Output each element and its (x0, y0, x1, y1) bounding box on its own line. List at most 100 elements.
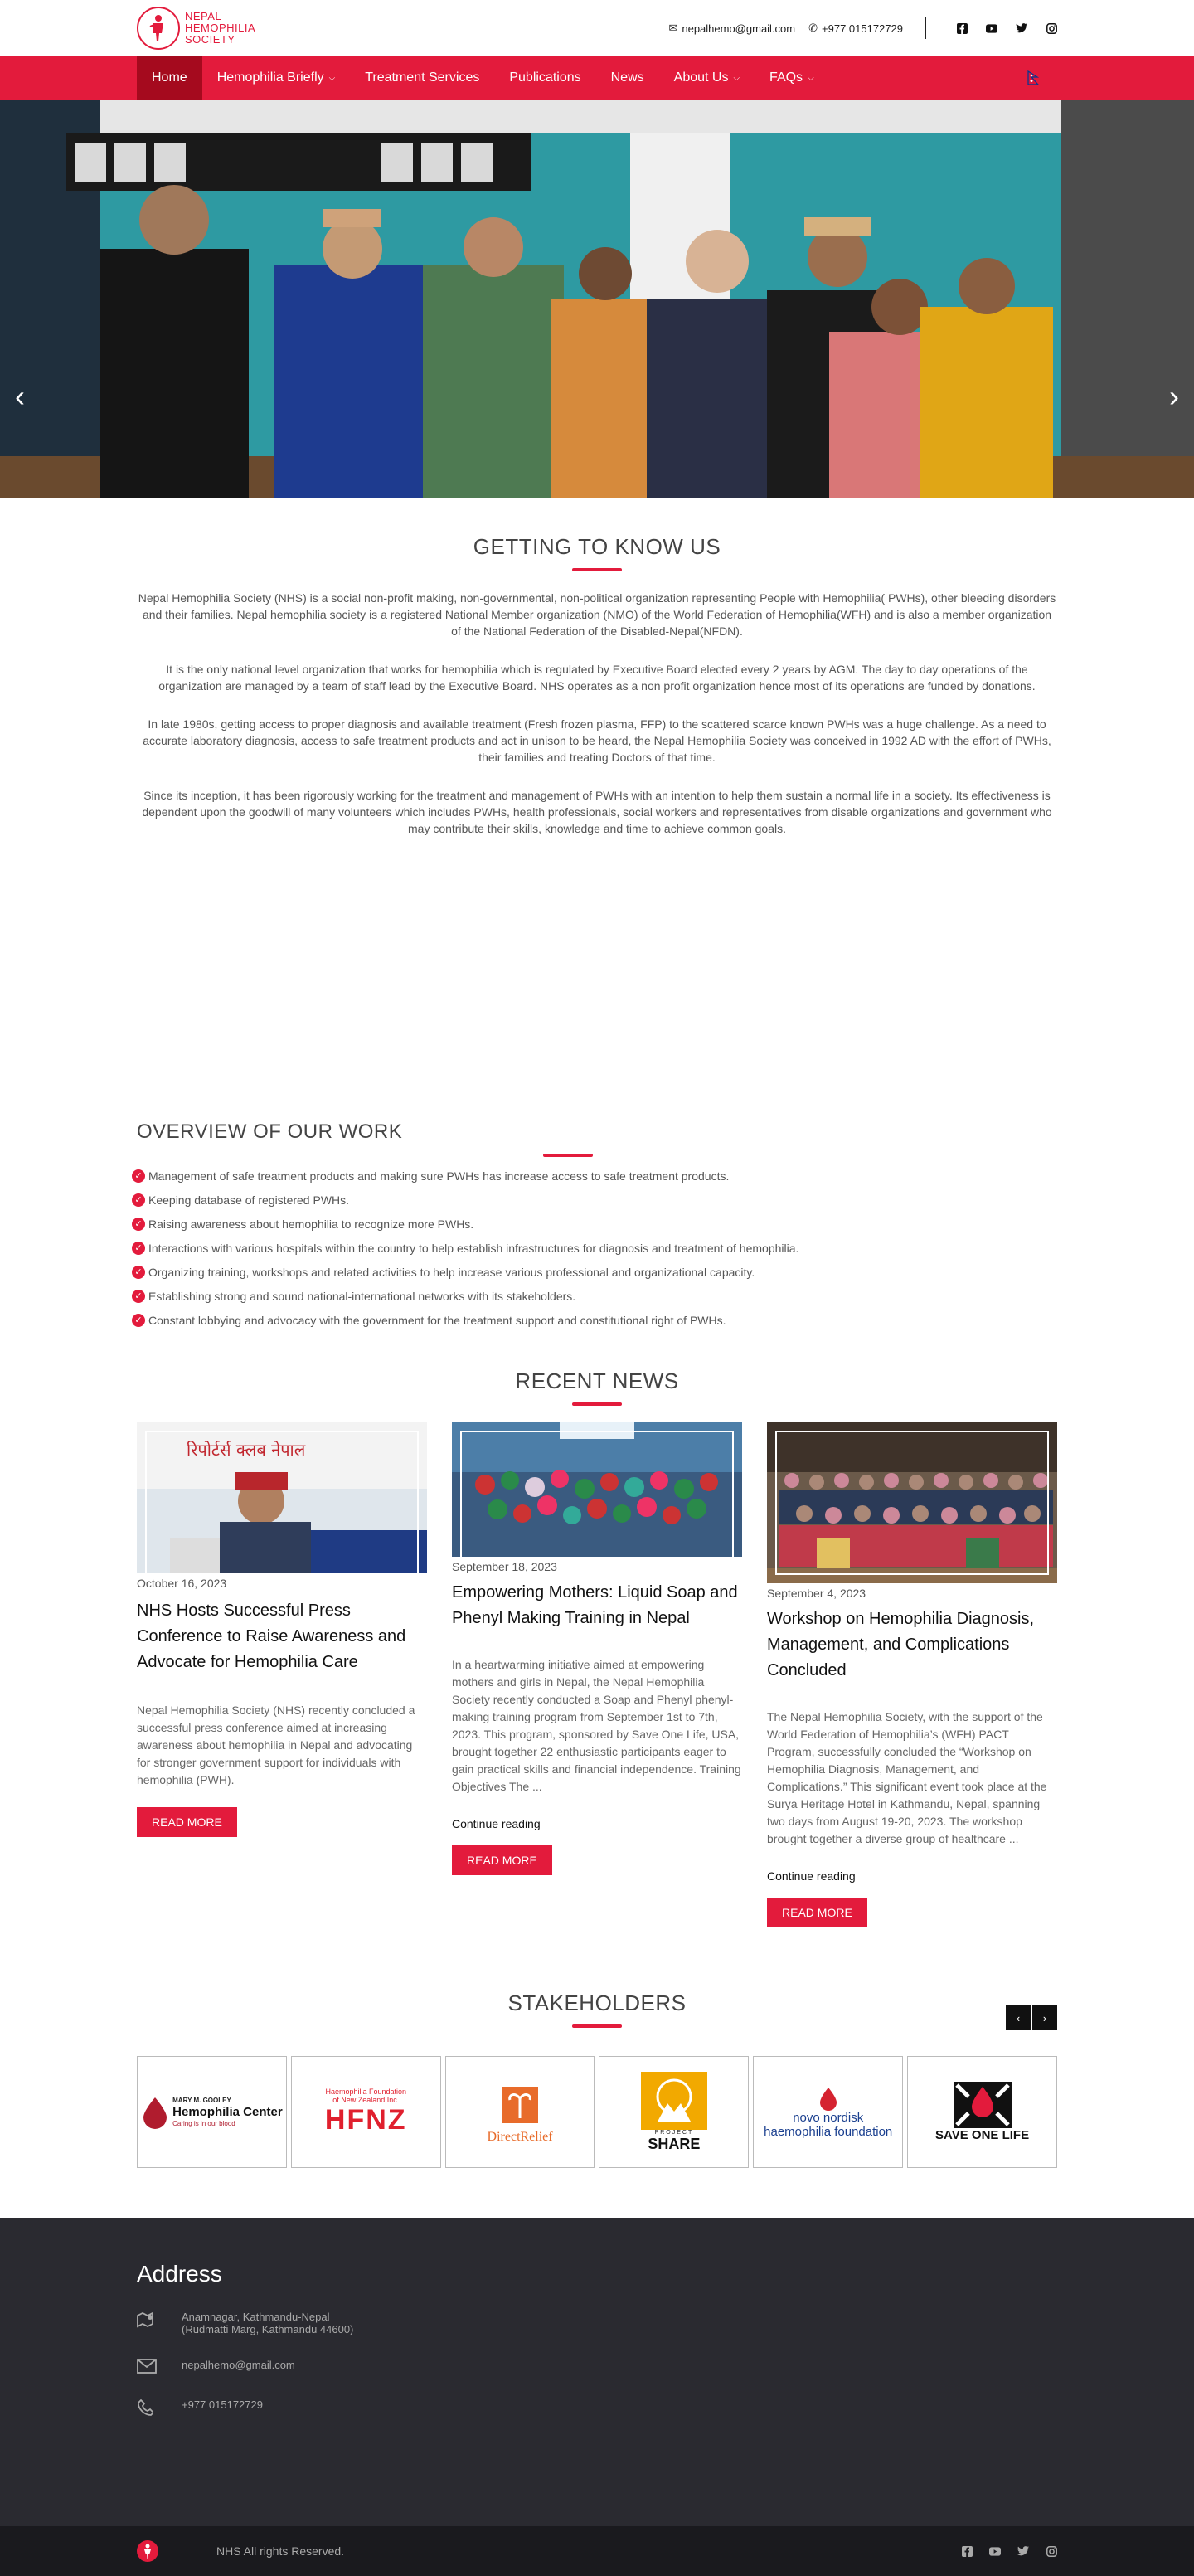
nav-item-hemophilia-briefly[interactable]: Hemophilia Briefly ⌵ (202, 56, 351, 100)
read-more-button[interactable]: READ MORE (767, 1898, 867, 1927)
check-circle-icon: ✓ (132, 1241, 145, 1255)
chevron-down-icon: ⌵ (808, 73, 814, 83)
nav-item-publications[interactable]: Publications (494, 56, 595, 100)
news-card: September 18, 2023 Empowering Mothers: L… (452, 1422, 742, 1927)
news-card: रिपोर्टर्स क्लब नेपाल October 16, 2023 N… (137, 1422, 427, 1927)
nav-item-label: FAQs (769, 70, 803, 85)
logo-text-line: NEPAL (185, 10, 222, 22)
carousel-prev-button[interactable]: ‹ (1006, 2005, 1031, 2030)
stakeholder-logo-directrelief[interactable]: DirectRelief (444, 2056, 595, 2168)
footer-address-title: Address (137, 2261, 222, 2287)
overview-item-text: Interactions with various hospitals with… (148, 1241, 799, 1255)
title-underline (572, 1402, 622, 1406)
twitter-icon[interactable] (1016, 22, 1027, 34)
overview-item-text: Keeping database of registered PWHs. (148, 1193, 350, 1207)
youtube-icon[interactable] (986, 22, 997, 34)
overview-item: ✓ Organizing training, workshops and rela… (132, 1260, 1057, 1284)
recent-news-section: RECENT NEWS रिपोर्टर्स क्लब नेपाल Octobe… (137, 1368, 1057, 1927)
nav-item-home[interactable]: Home (137, 56, 202, 100)
check-circle-icon: ✓ (132, 1193, 145, 1207)
header-email[interactable]: ✉ nepalhemo@gmail.com (668, 22, 795, 35)
news-card-image[interactable]: रिपोर्टर्स क्लब नेपाल (137, 1422, 427, 1573)
continue-reading-link[interactable]: Continue reading (452, 1817, 742, 1830)
stakeholders-title: STAKEHOLDERS (507, 1990, 687, 2015)
footer-logo-icon[interactable] (137, 2540, 158, 2562)
directrelief-emblem-icon (502, 2086, 539, 2123)
instagram-icon[interactable] (1046, 22, 1057, 34)
stakeholder-logo-project-share[interactable]: PROJECT SHARE (599, 2056, 750, 2168)
news-card: September 4, 2023 Workshop on Hemophilia… (767, 1422, 1057, 1927)
about-paragraph: It is the only national level organizati… (158, 663, 1036, 693)
blood-drop-icon (143, 2097, 167, 2129)
save-one-life-emblem-icon (953, 2082, 1012, 2128)
slider-prev-arrow[interactable]: ‹ (15, 382, 25, 411)
logo-text: of New Zealand Inc. (332, 2096, 400, 2104)
phone-icon (137, 2399, 182, 2418)
news-excerpt: In a heartwarming initiative aimed at em… (452, 1658, 741, 1793)
chevron-down-icon: ⌵ (733, 73, 740, 83)
image-frame (775, 1431, 1049, 1575)
news-card-image[interactable] (452, 1422, 742, 1557)
news-title-link[interactable]: NHS Hosts Successful Press Conference to… (137, 1598, 427, 1675)
overview-item: ✓ Constant lobbying and advocacy with the… (132, 1308, 1057, 1332)
about-paragraph: In late 1980s, getting access to proper … (143, 717, 1051, 764)
overview-item: ✓ Management of safe treatment products a… (132, 1164, 1057, 1188)
nav-item-label: News (610, 70, 644, 85)
nav-item-label: Hemophilia Briefly (216, 70, 324, 85)
blood-drop-icon (819, 2087, 837, 2111)
site-logo[interactable]: NEPAL HEMOPHILIA SOCIETY (137, 7, 255, 50)
nav-item-news[interactable]: News (596, 56, 659, 100)
stakeholder-logo-save-one-life[interactable]: SAVE ONE LIFE (907, 2056, 1057, 2168)
check-circle-icon: ✓ (132, 1289, 145, 1303)
read-more-button[interactable]: READ MORE (137, 1807, 237, 1837)
overview-item-text: Constant lobbying and advocacy with the … (148, 1313, 726, 1327)
overview-item-text: Raising awareness about hemophilia to re… (148, 1217, 474, 1231)
nepal-flag-icon[interactable] (1027, 70, 1040, 85)
envelope-icon (137, 2359, 182, 2375)
facebook-icon[interactable] (961, 2545, 973, 2557)
overview-item: ✓ Establishing strong and sound national-… (132, 1284, 1057, 1308)
footer-email-text: nepalhemo@gmail.com (182, 2359, 295, 2371)
news-title-link[interactable]: Empowering Mothers: Liquid Soap and Phen… (452, 1580, 742, 1631)
news-title: RECENT NEWS (515, 1368, 679, 1393)
about-title: GETTING TO KNOW US (473, 534, 721, 559)
header-phone[interactable]: ✆ +977 015172729 (808, 22, 903, 35)
youtube-icon[interactable] (989, 2545, 1001, 2557)
nav-item-faqs[interactable]: FAQs ⌵ (755, 56, 829, 100)
copyright-text: NHS All rights Reserved. (216, 2544, 345, 2558)
news-title-link[interactable]: Workshop on Hemophilia Diagnosis, Manage… (767, 1606, 1057, 1684)
footer-address-line: Anamnagar, Kathmandu-Nepal (182, 2311, 330, 2323)
footer-phone[interactable]: +977 015172729 (137, 2399, 1057, 2418)
read-more-button[interactable]: READ MORE (452, 1845, 552, 1875)
top-bar: NEPAL HEMOPHILIA SOCIETY ✉ nepalhemo@gma… (0, 0, 1194, 56)
logo-text: Haemophilia Foundation (325, 2088, 407, 2096)
stakeholder-logo-hfnz[interactable]: Haemophilia Foundation of New Zealand In… (290, 2056, 441, 2168)
news-date: October 16, 2023 (137, 1577, 227, 1590)
nav-item-label: Home (152, 70, 187, 85)
footer-email[interactable]: nepalhemo@gmail.com (137, 2359, 1057, 2375)
continue-reading-link[interactable]: Continue reading (767, 1869, 1057, 1883)
image-frame (145, 1431, 419, 1573)
logo-text: PROJECT (654, 2129, 694, 2136)
check-circle-icon: ✓ (132, 1169, 145, 1183)
logo-text: DirectRelief (487, 2129, 553, 2144)
nav-item-about-us[interactable]: About Us ⌵ (659, 56, 755, 100)
news-date: September 4, 2023 (767, 1587, 866, 1600)
overview-item-text: Establishing strong and sound national-i… (148, 1289, 576, 1303)
nav-item-treatment-services[interactable]: Treatment Services (350, 56, 494, 100)
instagram-icon[interactable] (1046, 2545, 1057, 2557)
stakeholder-logo-novo-nordisk[interactable]: novo nordisk haemophilia foundation (753, 2056, 904, 2168)
title-underline (572, 2024, 622, 2028)
twitter-icon[interactable] (1017, 2545, 1029, 2557)
slider-next-arrow[interactable]: › (1169, 382, 1179, 411)
stakeholder-logo-gooley[interactable]: MARY M. GOOLEY Hemophilia Center Caring … (137, 2056, 287, 2168)
project-share-emblem-icon (640, 2071, 707, 2130)
phone-icon: ✆ (808, 22, 818, 34)
facebook-icon[interactable] (956, 22, 968, 34)
news-card-image[interactable] (767, 1422, 1057, 1583)
overview-item: ✓ Interactions with various hospitals wit… (132, 1236, 1057, 1260)
nav-item-label: Publications (509, 70, 581, 85)
overview-item-text: Management of safe treatment products an… (148, 1169, 730, 1183)
overview-item: ✓ Raising awareness about hemophilia to r… (132, 1212, 1057, 1236)
carousel-next-button[interactable]: › (1032, 2005, 1057, 2030)
